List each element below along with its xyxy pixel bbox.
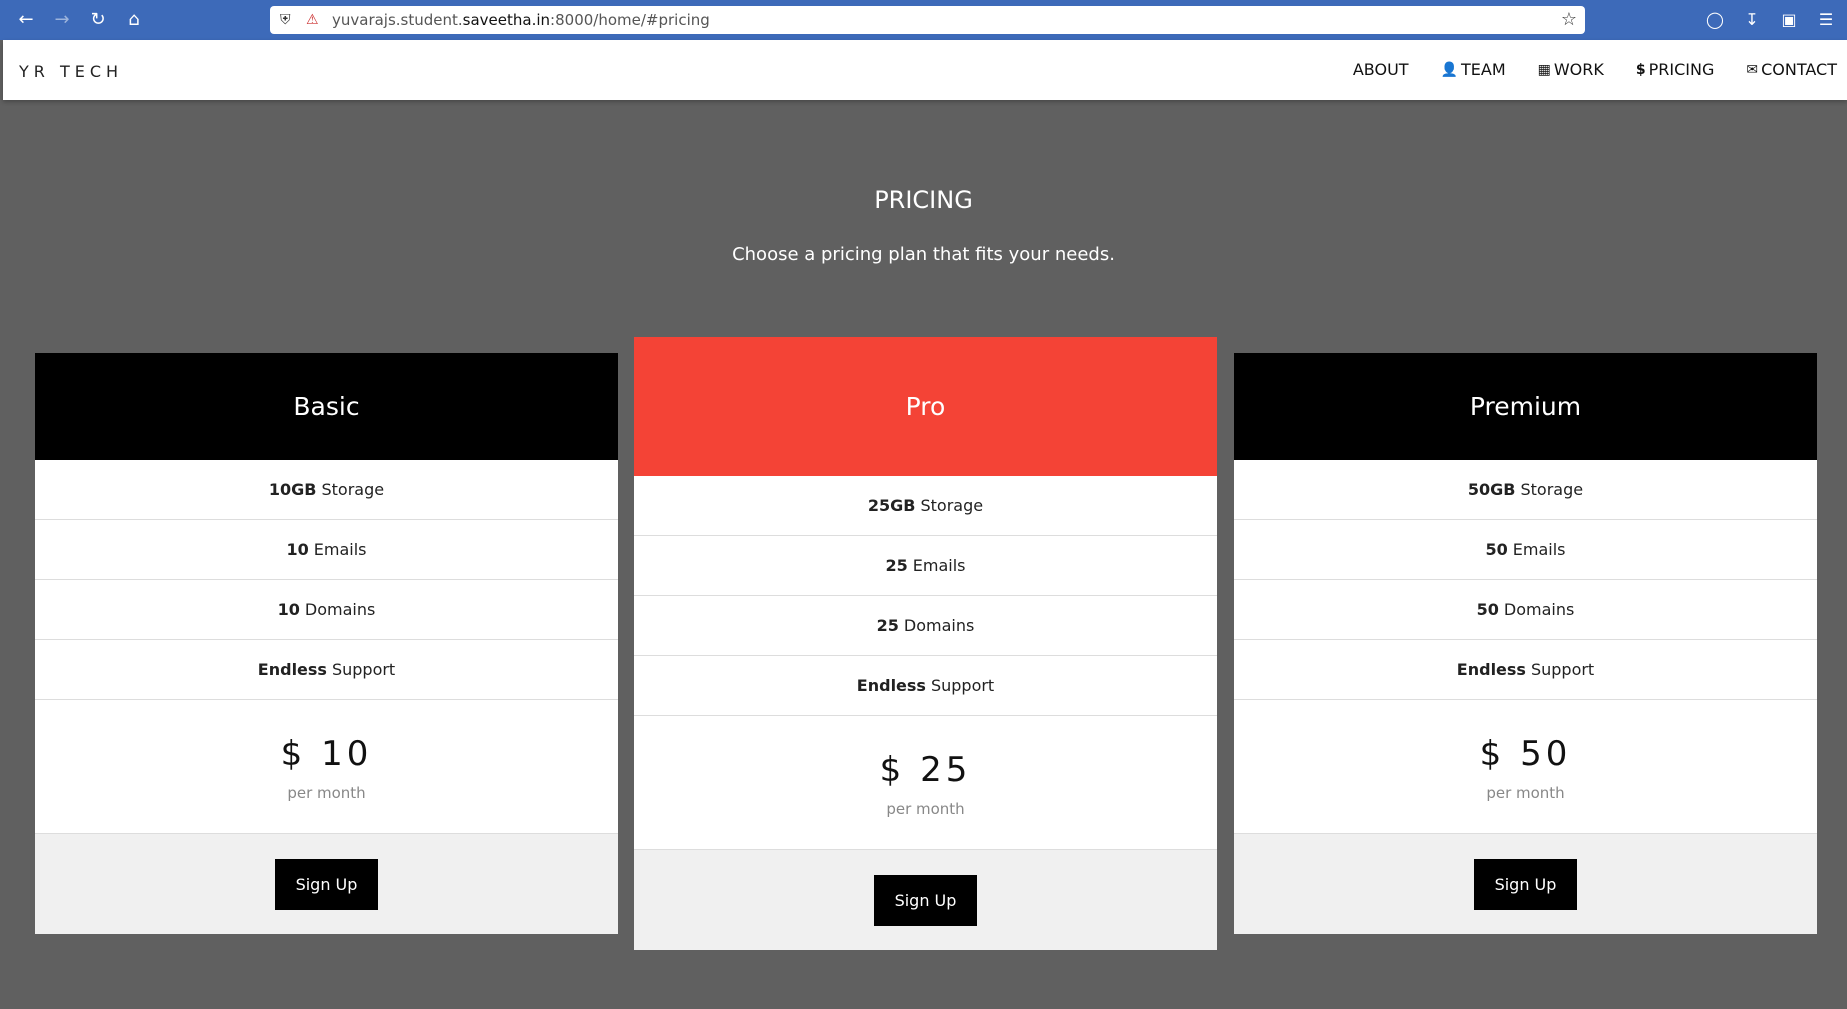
- url-text: yuvarajs.student.saveetha.in:8000/home/#…: [332, 11, 710, 29]
- nav-team-label: TEAM: [1460, 60, 1506, 79]
- nav-about-label: ABOUT: [1352, 60, 1409, 79]
- price: $ 50: [1479, 734, 1572, 774]
- feature-storage: 25GB Storage: [634, 476, 1217, 536]
- insecure-lock-icon[interactable]: ⚠: [306, 10, 319, 30]
- signup-button-premium[interactable]: Sign Up: [1474, 858, 1577, 910]
- home-icon[interactable]: ⌂: [122, 8, 146, 32]
- card-header: Pro: [634, 337, 1217, 476]
- feature-domains: 10 Domains: [35, 580, 618, 640]
- nav-work-label: WORK: [1553, 60, 1604, 79]
- nav-about[interactable]: ABOUT: [1353, 60, 1409, 79]
- back-icon[interactable]: ←: [14, 8, 38, 32]
- feature-storage: 50GB Storage: [1234, 460, 1817, 520]
- forward-icon[interactable]: →: [50, 8, 74, 32]
- pricing-card-premium: Premium 50GB Storage 50 Emails 50 Domains E…: [1234, 353, 1817, 934]
- browser-toolbar: ← → ↻ ⌂ ⛨ ⚠ yuvarajs.student.saveetha.in…: [0, 0, 1847, 40]
- price-period: per month: [1486, 784, 1565, 802]
- main-nav: ABOUT 👤 TEAM ▦ WORK $ PRICING ✉ CONTACT: [1321, 60, 1837, 79]
- feature-support: Endless Support: [634, 656, 1217, 716]
- price-period: per month: [287, 784, 366, 802]
- site-header: YR TECH ABOUT 👤 TEAM ▦ WORK $ PRICING ✉ …: [3, 40, 1847, 100]
- nav-contact-label: CONTACT: [1761, 60, 1837, 79]
- envelope-icon: ✉: [1746, 61, 1759, 78]
- signup-button-basic[interactable]: Sign Up: [275, 858, 378, 910]
- nav-pricing[interactable]: $ PRICING: [1636, 60, 1715, 79]
- nav-team[interactable]: 👤 TEAM: [1441, 60, 1506, 79]
- feature-domains: 25 Domains: [634, 596, 1217, 656]
- card-footer: Sign Up: [634, 850, 1217, 950]
- nav-pricing-label: PRICING: [1648, 60, 1715, 79]
- price: $ 10: [280, 734, 373, 774]
- pricing-card-pro: Pro 25GB Storage 25 Emails 25 Domains Endle…: [634, 337, 1217, 950]
- extensions-icon[interactable]: ▣: [1777, 8, 1801, 32]
- brand-logo[interactable]: YR TECH: [19, 62, 123, 81]
- feature-emails: 50 Emails: [1234, 520, 1817, 580]
- reload-icon[interactable]: ↻: [86, 8, 110, 32]
- price: $ 25: [879, 750, 972, 790]
- signup-button-pro[interactable]: Sign Up: [874, 874, 977, 926]
- address-bar[interactable]: ⛨ ⚠ yuvarajs.student.saveetha.in:8000/ho…: [270, 6, 1585, 34]
- price-block: $ 10 per month: [35, 700, 618, 834]
- price-period: per month: [886, 800, 965, 818]
- download-icon[interactable]: ↧: [1740, 8, 1764, 32]
- menu-icon[interactable]: ☰: [1814, 8, 1838, 32]
- price-block: $ 25 per month: [634, 716, 1217, 850]
- grid-icon: ▦: [1537, 61, 1551, 78]
- shield-icon[interactable]: ⛨: [280, 10, 291, 30]
- nav-contact[interactable]: ✉ CONTACT: [1746, 60, 1837, 79]
- user-icon: 👤: [1440, 61, 1458, 78]
- bookmark-star-icon[interactable]: ☆: [1561, 9, 1577, 31]
- feature-emails: 10 Emails: [35, 520, 618, 580]
- feature-support: Endless Support: [35, 640, 618, 700]
- card-footer: Sign Up: [35, 834, 618, 934]
- price-block: $ 50 per month: [1234, 700, 1817, 834]
- section-title: PRICING: [874, 186, 973, 214]
- feature-storage: 10GB Storage: [35, 460, 618, 520]
- section-subtitle: Choose a pricing plan that fits your nee…: [732, 244, 1115, 265]
- card-header: Premium: [1234, 353, 1817, 460]
- feature-domains: 50 Domains: [1234, 580, 1817, 640]
- pocket-icon[interactable]: ◯: [1703, 8, 1727, 32]
- card-header: Basic: [35, 353, 618, 460]
- feature-emails: 25 Emails: [634, 536, 1217, 596]
- dollar-icon: $: [1635, 61, 1646, 78]
- pricing-card-basic: Basic 10GB Storage 10 Emails 10 Domains End…: [35, 353, 618, 934]
- feature-support: Endless Support: [1234, 640, 1817, 700]
- nav-work[interactable]: ▦ WORK: [1538, 60, 1604, 79]
- card-footer: Sign Up: [1234, 834, 1817, 934]
